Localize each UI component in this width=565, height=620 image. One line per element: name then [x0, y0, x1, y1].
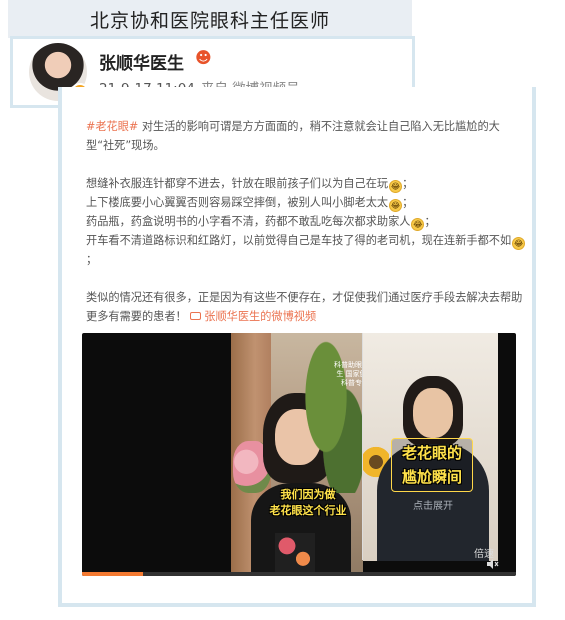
- laugh-cry-emoji-icon: 😂: [512, 237, 526, 250]
- video-title-badge: 老花眼的 尴尬瞬间: [391, 438, 473, 492]
- video-progress-fill: [82, 572, 143, 576]
- video-player[interactable]: 科普助眼新医生 国家健康科普专家 我们因为做 老花眼这个行业 老花眼的 尴尬瞬间…: [82, 333, 516, 576]
- post-paragraph-2: 想缝补衣服连针都穿不进去，针放在眼前孩子们以为自己在玩 😂； 上下楼底要小心翼翼否…: [86, 174, 526, 269]
- post-body: #老花眼# 对生活的影响可谓是方方面面的，稍不注意就会让自己陷入无比尴尬的大型“…: [86, 117, 526, 345]
- post-line: 上下楼底要小心翼翼否则容易踩空摔倒，被别人叫小脚老太太 😂；: [86, 196, 414, 212]
- post-paragraph-1: #老花眼# 对生活的影响可谓是方方面面的，稍不注意就会让自己陷入无比尴尬的大型“…: [86, 120, 500, 152]
- laugh-cry-emoji-icon: 😂: [411, 218, 425, 231]
- post-line: 药品瓶，药盒说明书的小字看不清，药都不敢乱吃每次都求助家人 😂；: [86, 215, 436, 231]
- expand-button[interactable]: 点击展开: [403, 497, 463, 512]
- video-camera-icon: [190, 312, 202, 320]
- playback-speed-button[interactable]: 倍速: [474, 545, 494, 560]
- laugh-cry-emoji-icon: 😂: [389, 199, 403, 212]
- speaker-icon[interactable]: [487, 559, 499, 569]
- video-subtitle: 我们因为做 老花眼这个行业: [269, 488, 347, 517]
- post-line: 开车看不清道路标识和红路灯，以前觉得自己是车技了得的老司机，现在连新手都不如 😂；: [86, 234, 526, 266]
- video-link[interactable]: 张顺华医生的微博视频: [190, 310, 316, 323]
- video-cover[interactable]: 老花眼的 尴尬瞬间 点击展开: [362, 333, 498, 561]
- post-line: 想缝补衣服连针都穿不进去，针放在眼前孩子们以为自己在玩 😂；: [86, 177, 414, 193]
- banner: 北京协和医院眼科主任医师: [8, 0, 412, 38]
- laugh-cry-emoji-icon: 😂: [389, 180, 403, 193]
- post-paragraph-3: 类似的情况还有很多，正是因为有这些不便存在，才促使我们通过医疗手段去解决去帮助更…: [86, 291, 523, 323]
- banner-title: 北京协和医院眼科主任医师: [89, 10, 330, 32]
- author-name[interactable]: 张顺华医生: [99, 49, 184, 74]
- member-badge-icon: ☻: [195, 48, 212, 67]
- hashtag-link[interactable]: #老花眼#: [86, 120, 138, 133]
- video-progress-bar[interactable]: [82, 572, 516, 576]
